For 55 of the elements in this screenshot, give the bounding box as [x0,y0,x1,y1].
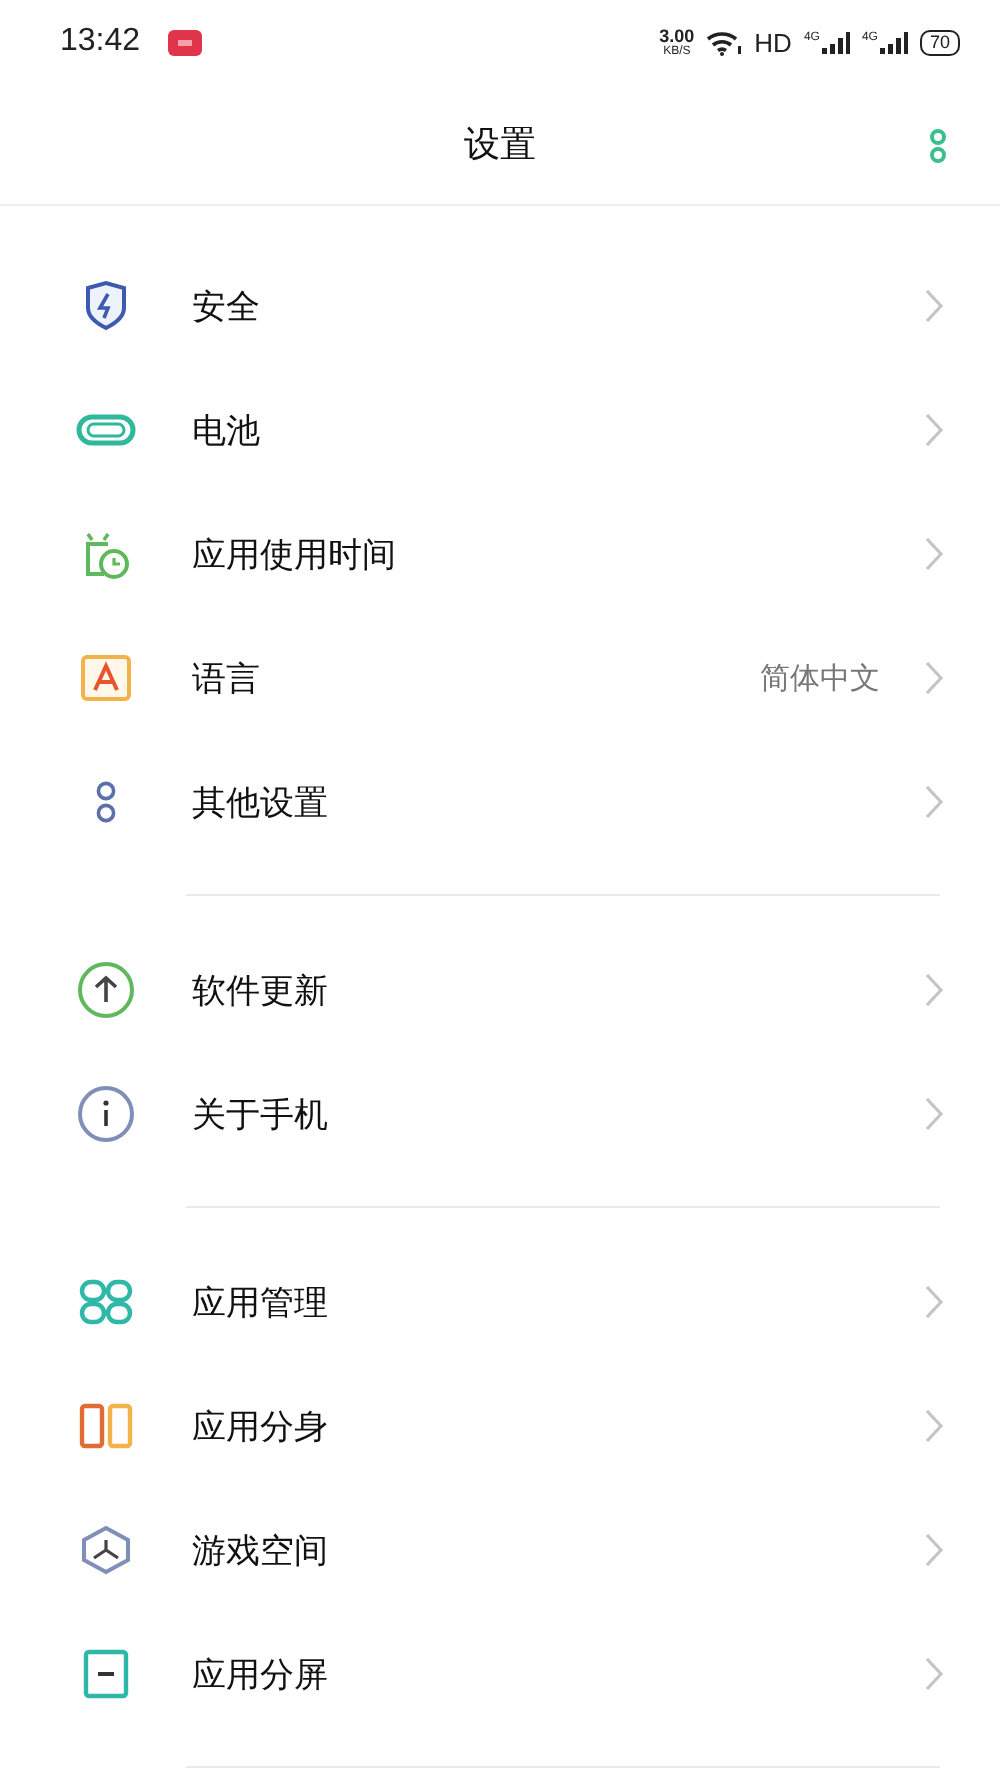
settings-label: 应用分屏 [192,1653,328,1697]
settings-row[interactable]: 应用使用时间 [0,492,1000,616]
settings-label: 应用分身 [192,1405,328,1449]
chevron-icon [924,536,944,572]
settings-label: 应用管理 [192,1281,328,1325]
up-arrow-circle-icon [76,960,136,1020]
chevron-icon [924,1532,944,1568]
clock-time: 13:42 [60,24,141,60]
signal-icon [821,31,850,53]
settings-label: 安全 [192,285,260,329]
settings-label: 关于手机 [192,1093,328,1137]
settings-label: 其他设置 [192,781,328,825]
settings-row[interactable]: 应用分屏 [0,1612,1000,1736]
chevron-icon [924,660,944,696]
hexagon-icon [78,1524,134,1576]
info-icon [76,1084,136,1144]
wifi-icon [706,29,743,55]
settings-label: 游戏空间 [192,1529,328,1573]
signal-icon [879,31,908,53]
chevron-icon [924,1656,944,1692]
more-button[interactable] [928,128,948,164]
chevron-icon [924,1284,944,1320]
dots-icon [94,780,118,824]
chevron-icon [924,972,944,1008]
settings-row[interactable]: 语言 简体中文 [0,616,1000,740]
hd-label: HD [754,27,792,57]
chevron-icon [924,1408,944,1444]
network-speed: 3.00 [659,27,695,45]
page-title: 设置 [464,122,536,168]
settings-row[interactable]: 软件更新 [0,928,1000,1052]
battery-icon [76,414,136,446]
twin-panels-icon [78,1402,134,1450]
settings-row[interactable]: 关于手机 [0,1052,1000,1176]
battery-level: 70 [919,29,960,55]
settings-row[interactable]: 应用管理 [0,1240,1000,1364]
alarm-clock-icon [80,528,132,580]
settings-label: 电池 [192,409,260,453]
settings-row[interactable]: 应用分身 [0,1364,1000,1488]
settings-row[interactable]: 其他设置 [0,740,1000,864]
app-grid-icon [78,1278,134,1326]
split-screen-icon [82,1648,130,1700]
settings-row[interactable]: 游戏空间 [0,1488,1000,1612]
settings-label: 软件更新 [192,969,328,1013]
chevron-icon [924,412,944,448]
shield-icon [82,280,130,332]
settings-row[interactable]: 安全 [0,244,1000,368]
chevron-icon [924,784,944,820]
chevron-icon [924,288,944,324]
settings-value: 简体中文 [760,659,880,697]
settings-label: 语言 [192,657,260,701]
settings-label: 应用使用时间 [192,533,396,577]
notification-icon [168,29,203,55]
letter-a-icon [80,654,132,702]
chevron-icon [924,1096,944,1132]
settings-row[interactable]: 电池 [0,368,1000,492]
